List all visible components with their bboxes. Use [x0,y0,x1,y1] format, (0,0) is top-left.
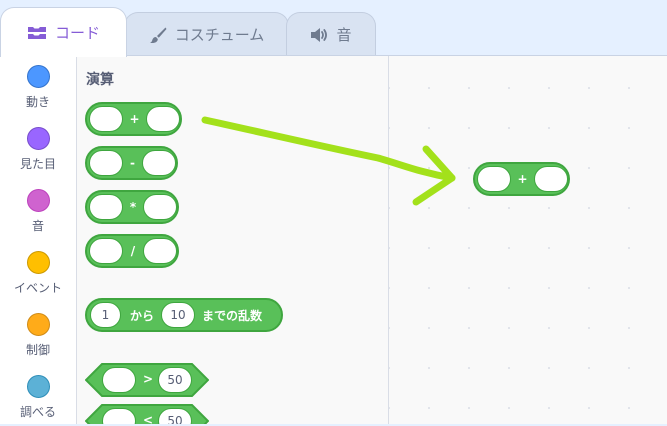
category-dot-icon [26,189,50,212]
category-looks[interactable]: 見た目 [0,118,76,178]
category-dot-icon [26,127,50,150]
category-label: 見た目 [19,157,56,171]
add-left-input[interactable] [89,106,123,132]
category-sensing[interactable]: 調べる [0,366,76,426]
random-from-input[interactable]: 1 [90,302,121,328]
category-sound[interactable]: 音 [0,180,76,240]
add-block[interactable]: + [85,102,182,136]
add-block-in-script[interactable]: + [473,162,570,196]
greater-left-input[interactable] [102,367,136,393]
random-to-label: までの乱数 [202,308,263,323]
multiply-operator: * [129,200,137,214]
divide-operator: / [130,244,136,258]
script-add-right-input[interactable] [534,166,568,192]
greater-operator: > [143,372,154,386]
category-label: 動き [25,95,50,109]
greater-right-input[interactable]: 50 [158,367,192,393]
script-add-operator: + [517,172,528,186]
divide-block[interactable]: / [85,234,179,268]
less-left-input[interactable] [102,408,136,424]
greater-than-block[interactable]: > 50 [85,363,209,397]
tab-sound[interactable]: 音 [286,12,376,56]
category-menu: 動き 見た目 音 イベント 制御 調べる [0,56,77,424]
add-operator: + [129,112,140,126]
tab-costume[interactable]: コスチューム [124,12,289,56]
subtract-right-input[interactable] [142,150,176,176]
subtract-block[interactable]: - [85,146,178,180]
palette-section-title: 演算 [86,72,114,88]
tab-costume-label: コスチューム [174,26,265,44]
multiply-right-input[interactable] [143,194,177,220]
script-add-left-input[interactable] [477,166,511,192]
category-dot-icon [26,251,50,274]
tab-code-label: コード [54,24,100,42]
category-label: 調べる [19,405,56,419]
pick-random-block[interactable]: 1 から 10 までの乱数 [85,298,283,332]
code-editor: 動き 見た目 音 イベント 制御 調べる 演算 + - * / 1 から 10 … [0,55,667,424]
category-dot-icon [26,65,50,88]
multiply-block[interactable]: * [85,190,179,224]
code-blocks-icon [27,26,46,39]
less-operator: < [143,413,154,424]
tab-sound-label: 音 [336,26,352,44]
subtract-operator: - [130,156,135,170]
tab-code[interactable]: コード [0,7,127,57]
script-area[interactable]: + [389,56,667,424]
subtract-left-input[interactable] [89,150,123,176]
category-dot-icon [26,375,50,398]
category-control[interactable]: 制御 [0,304,76,364]
category-motion[interactable]: 動き [0,56,76,116]
less-than-block[interactable]: < 50 [85,404,209,424]
divide-left-input[interactable] [89,238,123,264]
add-right-input[interactable] [146,106,180,132]
speaker-icon [311,27,328,42]
category-label: 制御 [25,343,50,357]
divide-right-input[interactable] [143,238,177,264]
random-from-label: から [130,308,155,323]
editor-tabbar: コード コスチューム 音 [0,0,667,57]
category-label: 音 [31,219,44,233]
paintbrush-icon [149,27,167,43]
category-dot-icon [26,313,50,336]
random-to-input[interactable]: 10 [161,302,196,328]
less-right-input[interactable]: 50 [158,408,192,424]
category-events[interactable]: イベント [0,242,76,302]
block-palette: 演算 + - * / 1 から 10 までの乱数 > 50 < 50 [77,56,389,424]
multiply-left-input[interactable] [89,194,123,220]
category-label: イベント [13,281,62,295]
